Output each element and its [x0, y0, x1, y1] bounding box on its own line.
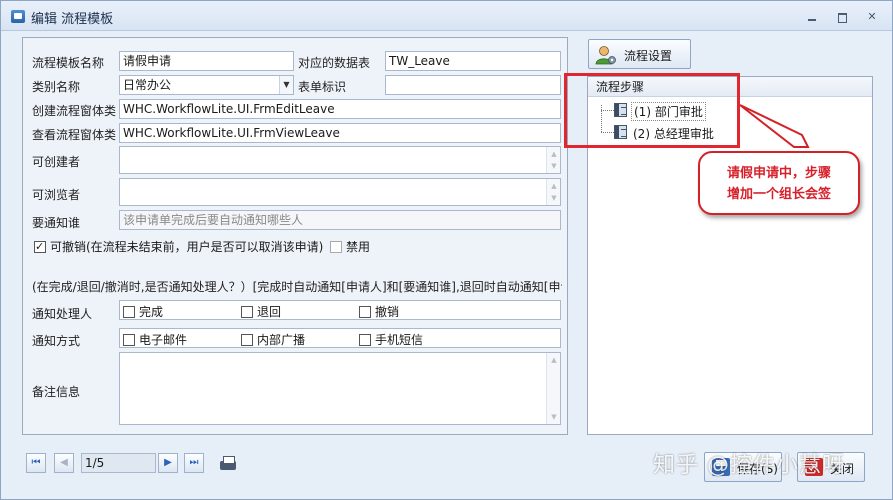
maximize-button[interactable] — [832, 9, 852, 25]
sms-label: 手机短信 — [375, 333, 424, 347]
notify-info-text: (在完成/退回/撤消时,是否通知处理人？）[完成时自动通知[申请人]和[要通知谁… — [32, 280, 562, 294]
notify-revoke-label: 撤销 — [375, 305, 400, 319]
app-icon — [11, 10, 25, 23]
watermark: 知乎 @控件小慧呀 — [653, 453, 845, 478]
flow-settings-button[interactable]: 流程设置 — [588, 39, 691, 69]
title-bar: 编辑 流程模板 — [1, 1, 892, 31]
remarks-input[interactable]: ▲ ▼ — [119, 352, 561, 425]
page-input[interactable]: 1/5 — [81, 453, 156, 473]
scroll-down-icon[interactable]: ▼ — [547, 191, 561, 205]
notify-label: 要通知谁 — [32, 216, 81, 230]
can-view-label: 可浏览者 — [32, 188, 81, 202]
next-record-icon[interactable]: ▶ — [158, 453, 178, 473]
revocable-label: 可撤销(在流程未结束前，用户是否可以取消该申请) — [50, 240, 324, 254]
printer-icon[interactable] — [218, 455, 238, 473]
checkbox-icon — [359, 333, 371, 346]
view-form-label: 查看流程窗体类 — [32, 128, 117, 142]
form-id-input[interactable] — [385, 75, 561, 95]
notify-method-label: 通知方式 — [32, 334, 81, 348]
form-id-label: 表单标识 — [298, 80, 347, 94]
scroll-down-icon[interactable]: ▼ — [547, 159, 561, 173]
edit-template-window: 编辑 流程模板 流程模板名称 请假申请 对应的数据表 TW_Leave 类别名称… — [0, 0, 893, 500]
broadcast-checkbox[interactable]: 内部广播 — [241, 331, 305, 348]
email-checkbox[interactable]: 电子邮件 — [123, 331, 187, 348]
checkbox-icon — [123, 333, 135, 346]
scrollbar[interactable]: ▲ ▼ — [546, 353, 560, 424]
chevron-down-icon[interactable]: ▼ — [279, 76, 293, 94]
email-label: 电子邮件 — [139, 333, 188, 347]
user-settings-icon — [595, 46, 616, 65]
broadcast-label: 内部广播 — [257, 333, 306, 347]
checkbox-icon — [241, 333, 253, 346]
notify-return-checkbox[interactable]: 退回 — [241, 303, 281, 320]
steps-highlight-box — [564, 73, 740, 148]
sms-checkbox[interactable]: 手机短信 — [359, 331, 423, 348]
can-create-input[interactable]: ▲ ▼ — [119, 146, 561, 174]
scrollbar[interactable]: ▲ ▼ — [546, 147, 560, 173]
disabled-checkbox[interactable]: 禁用 — [330, 238, 370, 255]
notify-complete-label: 完成 — [139, 305, 164, 319]
notify-input[interactable]: 该申请单完成后要自动通知哪些人 — [119, 210, 561, 230]
revocable-checkbox[interactable]: 可撤销(在流程未结束前，用户是否可以取消该申请) — [34, 238, 323, 255]
scroll-up-icon[interactable]: ▲ — [547, 353, 561, 367]
close-window-button[interactable] — [862, 9, 882, 25]
can-view-input[interactable]: ▲ ▼ — [119, 178, 561, 206]
checkbox-icon — [359, 305, 371, 318]
checkbox-icon — [123, 305, 135, 318]
notify-handler-group — [119, 300, 561, 320]
first-record-icon[interactable]: ⏮ — [26, 453, 46, 473]
last-record-icon[interactable]: ⏭ — [184, 453, 204, 473]
category-label: 类别名称 — [32, 80, 81, 94]
template-name-label: 流程模板名称 — [32, 56, 105, 70]
table-input[interactable]: TW_Leave — [385, 51, 561, 71]
checkbox-checked-icon — [34, 240, 46, 253]
notify-complete-checkbox[interactable]: 完成 — [123, 303, 163, 320]
flow-settings-label: 流程设置 — [624, 49, 673, 63]
annotation-callout: 请假申请中，步骤 增加一个组长会签 — [698, 151, 860, 215]
notify-return-label: 退回 — [257, 305, 282, 319]
notify-revoke-checkbox[interactable]: 撤销 — [359, 303, 399, 320]
category-value: 日常办公 — [123, 78, 172, 92]
callout-pointer-arrow — [739, 104, 810, 148]
notify-handler-label: 通知处理人 — [32, 307, 93, 321]
view-form-input[interactable]: WHC.WorkflowLite.UI.FrmViewLeave — [119, 123, 561, 143]
can-create-label: 可创建者 — [32, 155, 81, 169]
create-form-input[interactable]: WHC.WorkflowLite.UI.FrmEditLeave — [119, 99, 561, 119]
prev-record-icon[interactable]: ◀ — [54, 453, 74, 473]
remarks-label: 备注信息 — [32, 385, 81, 399]
scroll-down-icon[interactable]: ▼ — [547, 410, 561, 424]
disabled-label: 禁用 — [346, 240, 371, 254]
checkbox-icon — [330, 240, 342, 253]
callout-text: 请假申请中，步骤 增加一个组长会签 — [726, 166, 831, 202]
create-form-label: 创建流程窗体类 — [32, 104, 117, 118]
window-title: 编辑 流程模板 — [31, 12, 114, 27]
checkbox-icon — [241, 305, 253, 318]
template-name-input[interactable]: 请假申请 — [119, 51, 294, 71]
category-select[interactable]: 日常办公 ▼ — [119, 75, 294, 95]
table-label: 对应的数据表 — [298, 56, 371, 70]
minimize-button[interactable] — [802, 9, 822, 25]
scrollbar[interactable]: ▲ ▼ — [546, 179, 560, 205]
